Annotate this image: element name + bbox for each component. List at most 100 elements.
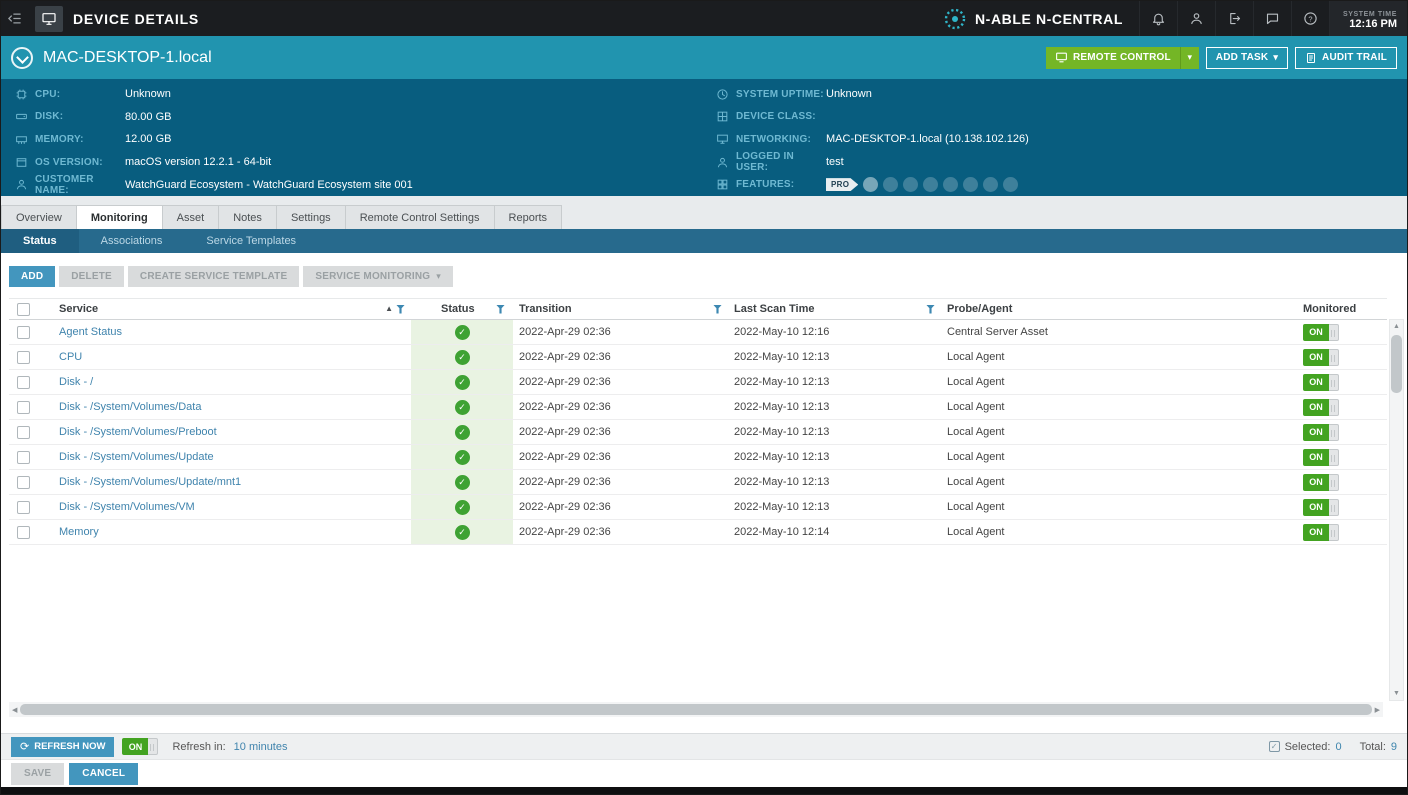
save-button[interactable]: SAVE bbox=[11, 763, 64, 785]
tab[interactable]: Remote Control Settings bbox=[345, 205, 494, 229]
service-link[interactable]: Disk - /System/Volumes/Preboot bbox=[59, 426, 217, 438]
help-button[interactable]: ? bbox=[1291, 1, 1329, 36]
logout-button[interactable] bbox=[1215, 1, 1253, 36]
service-link[interactable]: Disk - /System/Volumes/Update bbox=[59, 451, 214, 463]
bell-icon bbox=[1151, 11, 1166, 26]
horizontal-scrollbar[interactable]: ◀ ▶ bbox=[9, 702, 1383, 717]
auto-refresh-toggle[interactable]: ON bbox=[122, 738, 158, 755]
service-link[interactable]: CPU bbox=[59, 351, 82, 363]
transition-value: 2022-Apr-29 02:36 bbox=[519, 451, 611, 463]
monitored-toggle[interactable]: ON bbox=[1303, 349, 1339, 366]
transition-value: 2022-Apr-29 02:36 bbox=[519, 501, 611, 513]
monitored-toggle[interactable]: ON bbox=[1303, 524, 1339, 541]
sub-tab[interactable]: Service Templates bbox=[184, 229, 318, 253]
refresh-interval-link[interactable]: 10 minutes bbox=[234, 741, 288, 753]
add-task-button[interactable]: ADD TASK bbox=[1206, 47, 1288, 69]
sub-tab[interactable]: Status bbox=[1, 229, 79, 253]
service-link[interactable]: Disk - /System/Volumes/Update/mnt1 bbox=[59, 476, 241, 488]
brand-name: N-ABLE N-CENTRAL bbox=[975, 11, 1123, 27]
service-link[interactable]: Disk - / bbox=[59, 376, 93, 388]
service-monitoring-button[interactable]: SERVICE MONITORING bbox=[303, 266, 453, 287]
top-bar-right: N-ABLE N-CENTRAL bbox=[943, 1, 1407, 36]
scroll-down-arrow-icon[interactable]: ▼ bbox=[1393, 687, 1400, 700]
horizontal-scrollbar-thumb[interactable] bbox=[20, 704, 1371, 715]
last-scan-filter-icon[interactable] bbox=[926, 305, 935, 314]
select-all-checkbox[interactable] bbox=[17, 303, 30, 316]
vertical-scrollbar[interactable]: ▲ ▼ bbox=[1389, 319, 1404, 701]
cancel-button[interactable]: CANCEL bbox=[69, 763, 138, 785]
row-checkbox[interactable] bbox=[17, 376, 30, 389]
monitored-toggle[interactable]: ON bbox=[1303, 324, 1339, 341]
monitored-toggle[interactable]: ON bbox=[1303, 449, 1339, 466]
scroll-up-arrow-icon[interactable]: ▲ bbox=[1393, 320, 1400, 333]
row-checkbox[interactable] bbox=[17, 476, 30, 489]
info-value: MAC-DESKTOP-1.local (10.138.102.126) bbox=[826, 133, 1029, 145]
chart-icon bbox=[1003, 177, 1018, 192]
selected-label: Selected: bbox=[1285, 741, 1331, 753]
row-checkbox[interactable] bbox=[17, 426, 30, 439]
probe-agent-column-header[interactable]: Probe/Agent bbox=[941, 303, 1291, 315]
refresh-now-button[interactable]: REFRESH NOW bbox=[11, 737, 114, 757]
service-link[interactable]: Memory bbox=[59, 526, 99, 538]
scroll-left-arrow-icon[interactable]: ◀ bbox=[12, 706, 17, 714]
service-column-header[interactable]: Service bbox=[59, 303, 98, 315]
device-class-icon bbox=[716, 110, 729, 123]
remote-control-button[interactable]: REMOTE CONTROL bbox=[1046, 47, 1180, 69]
delete-button[interactable]: DELETE bbox=[59, 266, 124, 287]
status-filter-icon[interactable] bbox=[496, 305, 505, 314]
add-button[interactable]: ADD bbox=[9, 266, 55, 287]
transition-column-header[interactable]: Transition bbox=[519, 303, 572, 315]
toggle-knob bbox=[1329, 349, 1339, 366]
tab[interactable]: Notes bbox=[218, 205, 276, 229]
monitored-toggle[interactable]: ON bbox=[1303, 424, 1339, 441]
monitored-toggle[interactable]: ON bbox=[1303, 474, 1339, 491]
transition-filter-icon[interactable] bbox=[713, 305, 722, 314]
row-checkbox[interactable] bbox=[17, 326, 30, 339]
last-scan-column-header[interactable]: Last Scan Time bbox=[734, 303, 815, 315]
status-column-header[interactable]: Status bbox=[441, 303, 475, 315]
scroll-right-arrow-icon[interactable]: ▶ bbox=[1375, 706, 1380, 714]
sidebar-collapse-button[interactable] bbox=[1, 1, 27, 36]
audit-trail-button[interactable]: AUDIT TRAIL bbox=[1295, 47, 1397, 69]
last-scan-value: 2022-May-10 12:13 bbox=[734, 426, 829, 438]
row-checkbox[interactable] bbox=[17, 401, 30, 414]
sub-tab-bar: StatusAssociations Service Templates bbox=[1, 229, 1407, 253]
sub-tab[interactable]: Associations bbox=[79, 229, 185, 253]
tab[interactable]: Settings bbox=[276, 205, 345, 229]
row-checkbox[interactable] bbox=[17, 501, 30, 514]
toggle-knob bbox=[1329, 449, 1339, 466]
table-row: Disk - /System/Volumes/Update 2022-Apr-2… bbox=[9, 445, 1387, 470]
remote-control-dropdown-button[interactable] bbox=[1180, 47, 1199, 69]
refresh-now-label: REFRESH NOW bbox=[34, 741, 105, 752]
user-account-button[interactable] bbox=[1177, 1, 1215, 36]
tab[interactable]: Asset bbox=[162, 205, 219, 229]
row-checkbox[interactable] bbox=[17, 526, 30, 539]
vertical-scrollbar-thumb[interactable] bbox=[1391, 335, 1402, 393]
info-value: 80.00 GB bbox=[125, 111, 171, 123]
monitored-toggle[interactable]: ON bbox=[1303, 374, 1339, 391]
probe-agent-value: Central Server Asset bbox=[941, 326, 1291, 338]
notifications-button[interactable] bbox=[1139, 1, 1177, 36]
row-checkbox[interactable] bbox=[17, 451, 30, 464]
sort-ascending-icon[interactable] bbox=[385, 305, 393, 313]
create-service-template-button[interactable]: CREATE SERVICE TEMPLATE bbox=[128, 266, 299, 287]
table-row: Disk - /System/Volumes/Preboot 2022-Apr-… bbox=[9, 420, 1387, 445]
monitored-toggle[interactable]: ON bbox=[1303, 499, 1339, 516]
info-row-cpu: CPU: Unknown bbox=[15, 83, 716, 106]
service-link[interactable]: Disk - /System/Volumes/VM bbox=[59, 501, 195, 513]
tab[interactable]: Overview bbox=[1, 205, 76, 229]
toggle-knob bbox=[1329, 424, 1339, 441]
service-link[interactable]: Disk - /System/Volumes/Data bbox=[59, 401, 201, 413]
service-link[interactable]: Agent Status bbox=[59, 326, 122, 338]
sub-tab-label: Service Templates bbox=[206, 235, 296, 247]
system-time-label: SYSTEM TIME bbox=[1343, 11, 1397, 18]
tab[interactable]: Monitoring bbox=[76, 205, 162, 229]
device-header-actions: REMOTE CONTROL ADD TASK AUDIT TRAIL bbox=[1046, 47, 1397, 69]
monitored-toggle[interactable]: ON bbox=[1303, 399, 1339, 416]
tab[interactable]: Reports bbox=[494, 205, 563, 229]
collapse-device-panel-button[interactable] bbox=[11, 47, 33, 69]
service-filter-icon[interactable] bbox=[396, 305, 405, 314]
row-checkbox[interactable] bbox=[17, 351, 30, 364]
chat-button[interactable] bbox=[1253, 1, 1291, 36]
status-ok-icon bbox=[455, 350, 470, 365]
